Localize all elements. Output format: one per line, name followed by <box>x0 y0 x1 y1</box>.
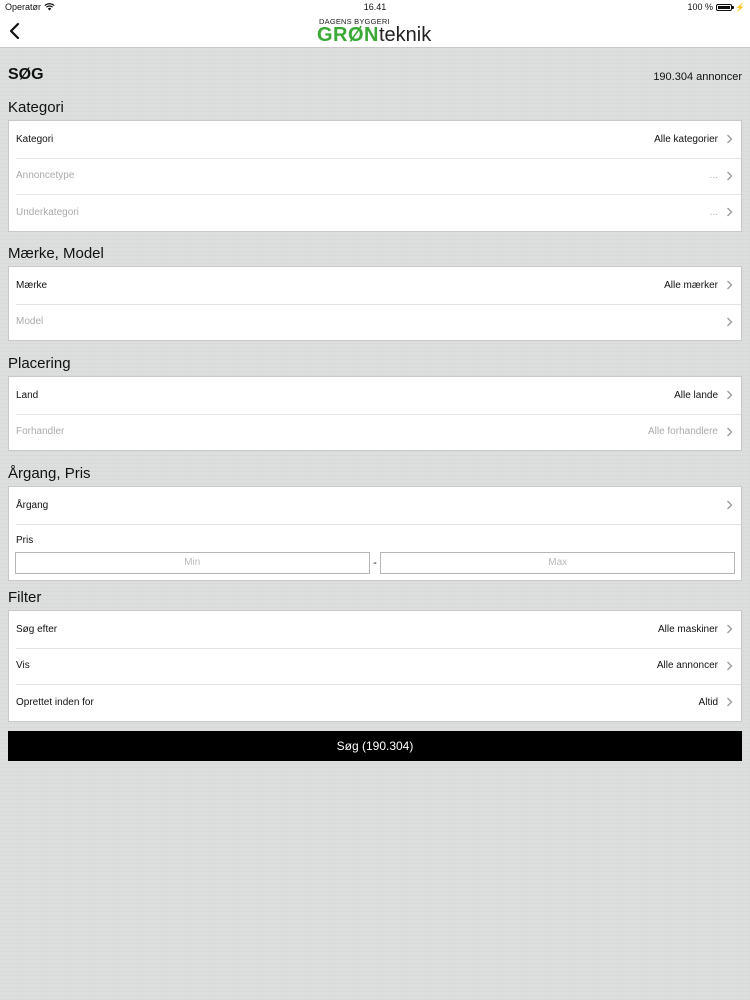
placering-group: Land Alle lande Forhandler Alle forhandl… <box>8 376 742 451</box>
price-range: - <box>9 546 741 580</box>
chevron-right-icon <box>727 661 733 671</box>
aargang-group: Årgang Pris - <box>8 486 742 581</box>
row-label: Forhandler <box>16 426 65 438</box>
price-label: Pris <box>16 534 34 546</box>
page-title: SØG <box>8 66 44 83</box>
section-title-aargang: Årgang, Pris <box>8 465 91 482</box>
row-value: Alle kategorier <box>654 133 718 145</box>
chevron-right-icon <box>727 317 733 327</box>
chevron-right-icon <box>727 500 733 510</box>
app-logo: DAGENS BYGGERI GRØNteknik <box>317 17 433 45</box>
logo-wordmark: GRØNteknik <box>317 24 433 46</box>
kategori-group: Kategori Alle kategorier Annoncetype ...… <box>8 120 742 232</box>
chevron-right-icon <box>727 207 733 217</box>
row-value: Alle annoncer <box>656 660 718 672</box>
row-land[interactable]: Land Alle lande <box>9 377 741 414</box>
battery-icon <box>716 3 735 11</box>
row-maerke[interactable]: Mærke Alle mærker <box>9 267 741 304</box>
chevron-right-icon <box>727 280 733 290</box>
search-button[interactable]: Søg (190.304) <box>8 731 742 761</box>
maerke-group: Mærke Alle mærker Model <box>8 266 742 341</box>
price-label-row: Pris <box>9 523 741 546</box>
row-underkategori[interactable]: Underkategori ... <box>9 194 741 231</box>
row-label: Annoncetype <box>16 170 75 182</box>
price-range-separator: - <box>373 556 377 569</box>
row-kategori[interactable]: Kategori Alle kategorier <box>9 121 741 158</box>
navigation-bar: DAGENS BYGGERI GRØNteknik <box>0 15 750 48</box>
row-value: ... <box>709 170 718 182</box>
filter-group: Søg efter Alle maskiner Vis Alle annonce… <box>8 610 742 722</box>
row-annoncetype[interactable]: Annoncetype ... <box>9 157 741 195</box>
row-value: Alle lande <box>674 389 718 401</box>
row-label: Årgang <box>16 499 49 511</box>
row-label: Søg efter <box>16 623 58 635</box>
row-value: Alle maskiner <box>657 623 718 635</box>
row-forhandler[interactable]: Forhandler Alle forhandlere <box>9 413 741 451</box>
section-title-maerke: Mærke, Model <box>8 245 104 262</box>
logo-green-text: GRØN <box>317 24 379 46</box>
battery-percent: 100 % <box>687 2 714 12</box>
row-label: Vis <box>16 660 30 672</box>
clock: 16.41 <box>363 2 387 12</box>
row-label: Oprettet inden for <box>16 696 94 708</box>
section-title-kategori: Kategori <box>8 99 64 116</box>
row-label: Kategori <box>16 133 54 145</box>
row-label: Land <box>16 389 39 401</box>
chevron-right-icon <box>727 390 733 400</box>
chevron-left-icon <box>9 22 20 40</box>
chevron-right-icon <box>727 624 733 634</box>
chevron-right-icon <box>727 427 733 437</box>
row-value: ... <box>709 206 718 218</box>
battery-status: 100 % ⚡ <box>688 2 746 12</box>
section-title-filter: Filter <box>8 589 42 606</box>
row-value: Alle forhandlere <box>647 426 718 438</box>
row-aargang[interactable]: Årgang <box>9 487 741 524</box>
row-value: Altid <box>698 696 718 708</box>
row-label: Mærke <box>16 279 48 291</box>
row-label: Model <box>16 316 44 328</box>
row-value: Alle mærker <box>664 279 718 291</box>
ad-count: 190.304 annoncer <box>653 71 742 83</box>
row-label: Underkategori <box>16 206 79 218</box>
status-bar: Operatør 16.41 100 % ⚡ <box>0 0 750 15</box>
row-oprettet[interactable]: Oprettet inden for Altid <box>9 684 741 721</box>
price-min-input[interactable] <box>15 551 370 574</box>
row-soeg-efter[interactable]: Søg efter Alle maskiner <box>9 611 741 648</box>
logo-dark-text: teknik <box>379 24 432 46</box>
charging-icon: ⚡ <box>735 2 745 12</box>
back-button[interactable] <box>7 21 25 41</box>
chevron-right-icon <box>727 697 733 707</box>
section-title-placering: Placering <box>8 355 71 372</box>
row-model[interactable]: Model <box>9 303 741 341</box>
chevron-right-icon <box>727 134 733 144</box>
price-max-input[interactable] <box>380 551 735 574</box>
row-vis[interactable]: Vis Alle annoncer <box>9 647 741 685</box>
chevron-right-icon <box>727 171 733 181</box>
